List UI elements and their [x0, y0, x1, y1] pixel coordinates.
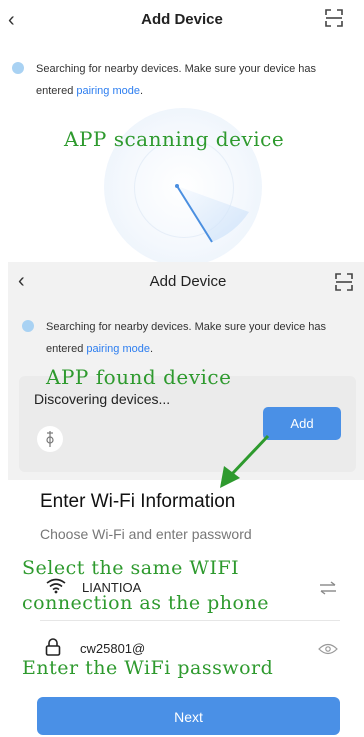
pairing-mode-link[interactable]: pairing mode: [86, 343, 150, 355]
lock-icon: [45, 638, 61, 656]
searching-message: Searching for nearby devices. Make sure …: [36, 63, 317, 97]
page-title: Add Device: [149, 273, 227, 290]
searching-indicator-icon: [22, 320, 34, 332]
annotation-select-wifi-line2: connection as the phone: [22, 592, 269, 614]
pairing-mode-link[interactable]: pairing mode: [76, 85, 140, 97]
page-title: Add Device: [141, 11, 223, 28]
next-button[interactable]: Next: [37, 697, 340, 735]
annotation-scanning: APP scanning device: [64, 127, 285, 151]
annotation-enter-password: Enter the WiFi password: [22, 657, 274, 679]
annotation-select-wifi-line1: Select the same WIFI: [22, 557, 240, 579]
scan-icon[interactable]: [335, 273, 353, 291]
eye-icon[interactable]: [318, 643, 338, 655]
searching-message: Searching for nearby devices. Make sure …: [46, 321, 327, 355]
annotation-arrow: [220, 434, 270, 488]
device-icon: [37, 426, 63, 452]
scan-icon[interactable]: [325, 9, 343, 27]
wifi-password-field[interactable]: cw25801@: [80, 641, 145, 656]
wifi-form-subtitle: Choose Wi-Fi and enter password: [40, 526, 252, 542]
wifi-form-title: Enter Wi-Fi Information: [40, 491, 236, 512]
field-divider: [40, 620, 340, 621]
annotation-found: APP found device: [46, 365, 232, 389]
switch-network-icon[interactable]: [318, 581, 338, 595]
searching-indicator-icon: [12, 62, 24, 74]
discovering-label: Discovering devices...: [34, 391, 171, 407]
